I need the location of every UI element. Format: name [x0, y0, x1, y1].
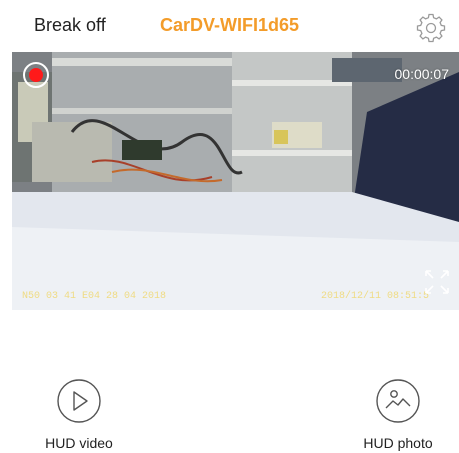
device-title: CarDV-WIFI1d65 [159, 15, 300, 35]
hud-photo-button[interactable]: HUD photo [348, 378, 448, 451]
gear-icon[interactable] [416, 13, 446, 43]
expand-icon[interactable] [423, 268, 451, 296]
play-icon [57, 379, 101, 423]
camera-scene-image [12, 52, 459, 310]
live-preview[interactable]: 00:00:07 N50 03 41 E04 28 04 2018 2018/1… [12, 52, 459, 310]
top-bar: Break off CarDV-WIFI1d65 [0, 0, 459, 52]
elapsed-time: 00:00:07 [394, 66, 450, 82]
recording-indicator [23, 62, 49, 88]
hud-video-button[interactable]: HUD video [29, 378, 129, 451]
hud-video-label: HUD video [45, 435, 113, 451]
record-dot [29, 68, 43, 82]
hud-photo-label: HUD photo [363, 435, 433, 451]
gps-overlay: N50 03 41 E04 28 04 2018 [22, 291, 167, 302]
date-overlay: 2018/12/11 08:51:5 [320, 291, 429, 302]
photo-icon [376, 379, 420, 423]
